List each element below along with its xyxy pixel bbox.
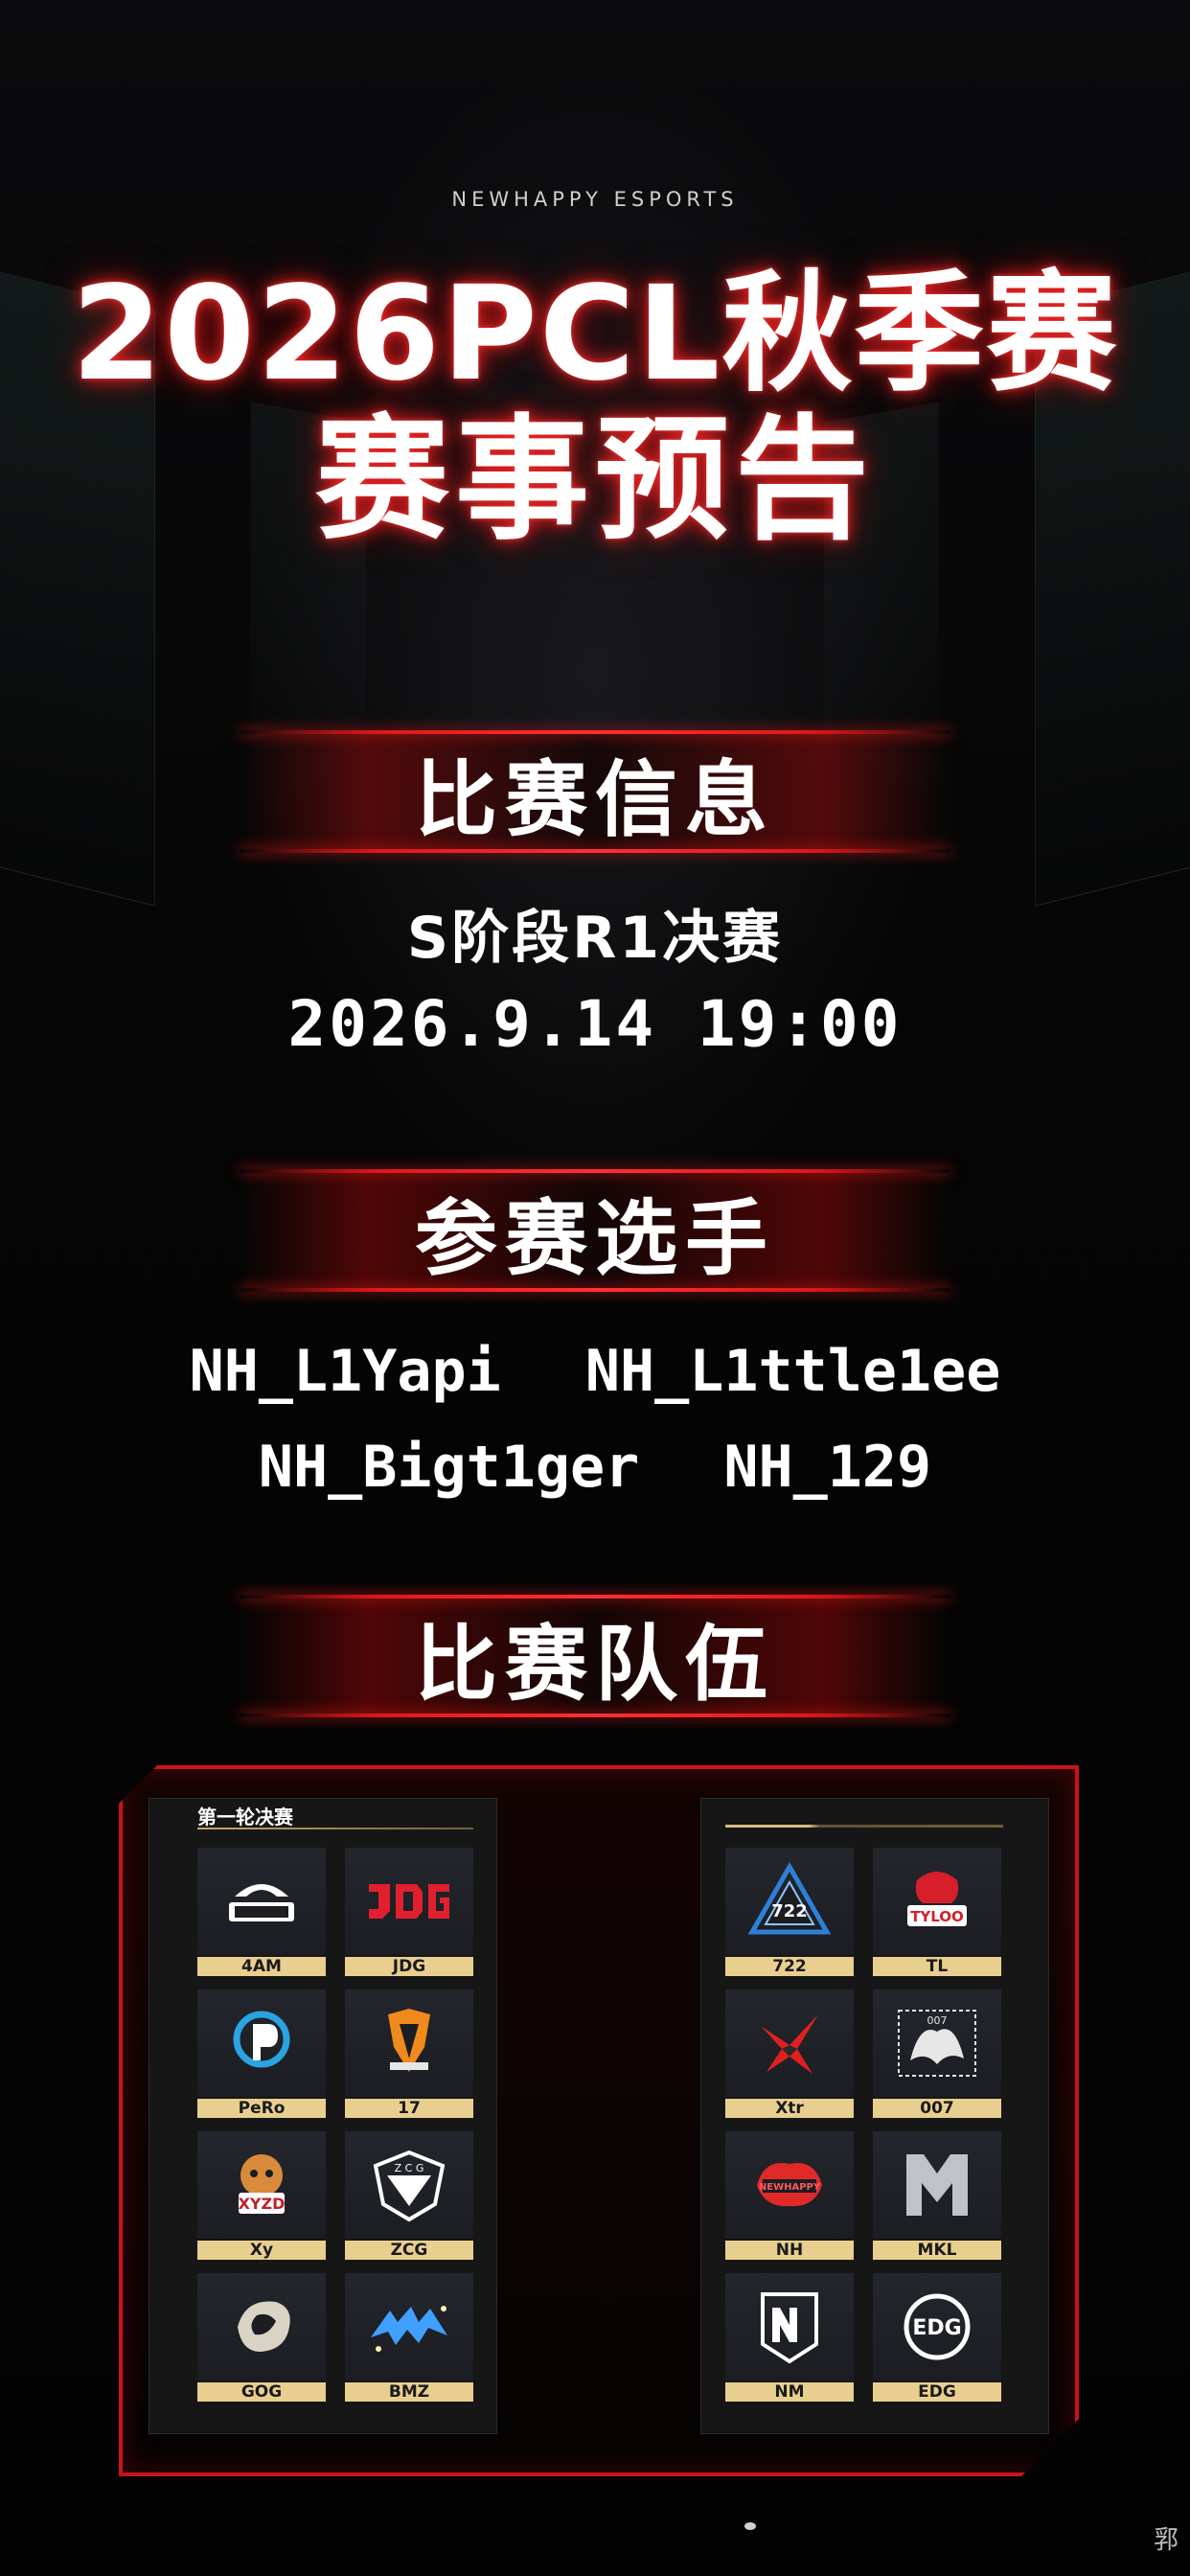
brand-name: NEWHAPPY ESPORTS [451, 188, 739, 211]
team-card: EDG EDG [873, 2273, 1001, 2402]
corner-mark: 郛 [1154, 2526, 1179, 2555]
player-name: NH_L1ttle1ee [584, 1338, 1001, 1405]
team-name: 17 [345, 2099, 473, 2118]
player-name: NH_L1Yapi [189, 1338, 501, 1405]
team-name: MKL [873, 2241, 1001, 2260]
team-name: 007 [873, 2099, 1001, 2118]
team-card: 007 007 [873, 1990, 1001, 2118]
team-card: JDG [345, 1848, 473, 1976]
team-name: NH [725, 2241, 854, 2260]
team-name: BMZ [345, 2382, 473, 2402]
xtr-logo-icon [725, 1990, 854, 2097]
team-name: GOG [197, 2382, 326, 2402]
nm-logo-icon [725, 2273, 854, 2380]
section-header-players: 参赛选手 [240, 1169, 950, 1292]
team-name: 722 [725, 1957, 854, 1976]
section-title-info: 比赛信息 [415, 751, 775, 848]
team-name: NM [725, 2382, 854, 2402]
section-header-teams: 比赛队伍 [240, 1595, 950, 1717]
bmz-logo-icon [345, 2273, 473, 2380]
svg-text:722: 722 [771, 1901, 808, 1921]
007-logo-icon: 007 [873, 1990, 1001, 2097]
match-stage: S阶段R1决赛 [406, 905, 784, 972]
svg-text:EDG: EDG [912, 2316, 961, 2340]
team-name: TL [873, 1957, 1001, 1976]
svg-text:NEWHAPPY: NEWHAPPY [759, 2182, 821, 2193]
group-right-rule [725, 1825, 1003, 1828]
section-header-info: 比赛信息 [240, 730, 950, 853]
722-logo-icon: 722 [725, 1848, 854, 1955]
section-title-teams: 比赛队伍 [415, 1616, 775, 1713]
page-title-line2: 赛事预告 [314, 402, 875, 559]
team-card: TYLOO TL [873, 1848, 1001, 1976]
team-card: XYZD Xy [197, 2131, 326, 2260]
team-card: 17 [345, 1990, 473, 2118]
team-card: MKL [873, 2131, 1001, 2260]
team-name: EDG [873, 2382, 1001, 2402]
edg-logo-icon: EDG [873, 2273, 1001, 2380]
section-title-players: 参赛选手 [415, 1190, 775, 1287]
nh-logo-icon: NEWHAPPY [725, 2131, 854, 2239]
gog-logo-icon [197, 2273, 326, 2380]
svg-text:TYLOO: TYLOO [910, 1908, 964, 1925]
17-gaming-logo-icon [345, 1990, 473, 2097]
team-card: NEWHAPPY NH [725, 2131, 854, 2260]
zcg-logo-icon: Z C G [345, 2131, 473, 2239]
team-name: JDG [345, 1957, 473, 1976]
tyloo-logo-icon: TYLOO [873, 1848, 1001, 1955]
team-card: NM [725, 2273, 854, 2402]
team-card: 4AM [197, 1848, 326, 1976]
team-card: Z C G ZCG [345, 2131, 473, 2260]
xyzd-logo-icon: XYZD [197, 2131, 326, 2239]
jdg-logo-icon [345, 1848, 473, 1955]
group-title-rule [197, 1828, 473, 1829]
player-name: NH_Bigt1ger [258, 1434, 640, 1501]
team-card: 722 722 [725, 1848, 854, 1976]
4am-logo-icon [197, 1848, 326, 1955]
mkl-logo-icon [873, 2131, 1001, 2239]
svg-text:XYZD: XYZD [239, 2195, 286, 2213]
decor-dot [744, 2522, 756, 2530]
team-name: 4AM [197, 1957, 326, 1976]
team-name: Xtr [725, 2099, 854, 2118]
svg-text:007: 007 [927, 2014, 948, 2027]
team-card: BMZ [345, 2273, 473, 2402]
svg-text:Z C G: Z C G [395, 2162, 424, 2174]
players-row-1: NH_L1Yapi NH_L1ttle1ee [0, 1338, 1190, 1405]
group-title-left: 第一轮决赛 [197, 1806, 293, 1828]
players-row-2: NH_Bigt1ger NH_129 [0, 1434, 1190, 1501]
match-datetime: 2026.9.14 19:00 [287, 987, 903, 1061]
team-card: PeRo [197, 1990, 326, 2118]
team-name: PeRo [197, 2099, 326, 2118]
pero-logo-icon [197, 1990, 326, 2097]
team-card: GOG [197, 2273, 326, 2402]
player-name: NH_129 [723, 1434, 932, 1501]
team-name: Xy [197, 2241, 326, 2260]
team-card: Xtr [725, 1990, 854, 2118]
team-name: ZCG [345, 2241, 473, 2260]
